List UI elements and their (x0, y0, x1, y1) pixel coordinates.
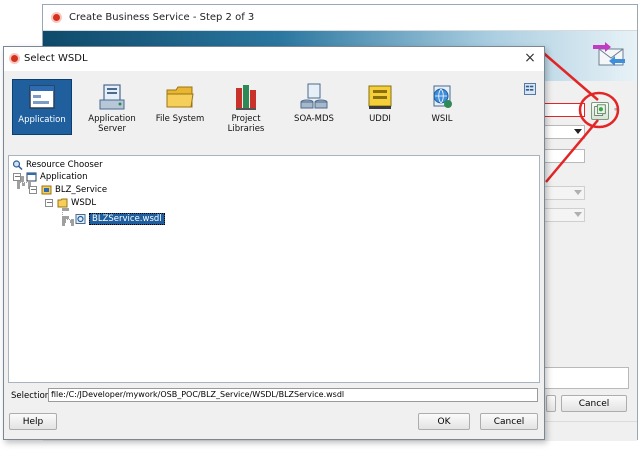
source-application[interactable]: Application (12, 79, 72, 135)
source-label: Application (18, 115, 66, 125)
tree-node-label: BLZ_Service (55, 184, 108, 195)
selection-field[interactable]: file:/C:/JDeveloper/mywork/OSB_POC/BLZ_S… (48, 388, 538, 402)
tree-root-label: Resource Chooser (26, 159, 103, 170)
source-label: Application Server (88, 114, 136, 134)
collapse-icon[interactable]: − (45, 199, 53, 207)
search-icon (12, 159, 23, 170)
source-type-toolbar: Application Application Server File Syst… (10, 79, 480, 139)
oracle-logo-icon (51, 12, 62, 23)
bg-cancel-button[interactable]: Cancel (561, 395, 627, 412)
chevron-down-icon (574, 212, 582, 217)
source-label: Project Libraries (227, 114, 265, 134)
soa-mds-icon (300, 83, 328, 109)
tree-connector (62, 208, 66, 219)
source-wsil[interactable]: WSIL (412, 79, 472, 135)
close-icon[interactable]: × (522, 50, 538, 66)
source-project-libraries[interactable]: Project Libraries (216, 79, 276, 135)
application-server-icon (99, 84, 125, 110)
view-toggle-button[interactable] (524, 83, 536, 95)
source-application-server[interactable]: Application Server (82, 79, 142, 135)
envelope-arrows-icon (593, 42, 625, 66)
tree-connector (62, 219, 74, 223)
books-icon (236, 85, 256, 110)
browse-extra-icon: ⚭ (613, 105, 620, 114)
dialog-title-bar: Select WSDL × (4, 47, 544, 71)
tree-node-application[interactable]: Application (26, 170, 88, 183)
tree-node-wsdl-file[interactable]: BLZService.wsdl (75, 212, 165, 225)
source-file-system[interactable]: File System (150, 79, 210, 135)
cancel-button[interactable]: Cancel (480, 413, 538, 430)
ok-button[interactable]: OK (418, 413, 470, 430)
resource-tree[interactable]: Resource Chooser − Application − BLZ_Ser… (8, 155, 540, 383)
tree-node-label: WSDL (71, 197, 97, 208)
application-icon (29, 85, 55, 109)
source-uddi[interactable]: UDDI (350, 79, 410, 135)
wsdl-file-icon (75, 213, 86, 224)
bg-window-title: Create Business Service - Step 2 of 3 (69, 12, 255, 23)
dialog-title: Select WSDL (24, 53, 88, 64)
collapse-icon[interactable]: − (13, 173, 21, 181)
collapse-icon[interactable]: − (29, 186, 37, 194)
tree-node-project[interactable]: BLZ_Service (41, 183, 107, 196)
chevron-down-icon (574, 129, 582, 134)
source-soa-mds[interactable]: SOA-MDS (284, 79, 344, 135)
tree-node-label: Application (40, 171, 88, 182)
bg-title-bar: Create Business Service - Step 2 of 3 (43, 5, 637, 31)
select-wsdl-dialog: Select WSDL × Application Application Se… (3, 46, 545, 440)
project-icon (41, 185, 52, 194)
bg-button-partial[interactable] (546, 395, 556, 412)
source-label: File System (155, 114, 205, 124)
help-button[interactable]: Help (9, 413, 57, 430)
source-label: UDDI (369, 114, 391, 124)
tree-node-label-selected: BLZService.wsdl (89, 212, 165, 225)
uddi-icon (368, 85, 392, 109)
folder-icon (57, 198, 68, 207)
browse-wsdl-button[interactable] (591, 102, 609, 120)
chevron-down-icon (574, 190, 582, 195)
wsil-icon (433, 85, 452, 108)
source-label: WSIL (431, 114, 453, 124)
folder-icon (166, 86, 194, 108)
selection-label: Selection: (11, 391, 54, 401)
oracle-logo-icon (9, 53, 20, 64)
browse-resources-icon (594, 104, 606, 116)
application-icon (26, 172, 37, 181)
list-view-icon (525, 85, 534, 91)
source-label: SOA-MDS (294, 114, 334, 124)
